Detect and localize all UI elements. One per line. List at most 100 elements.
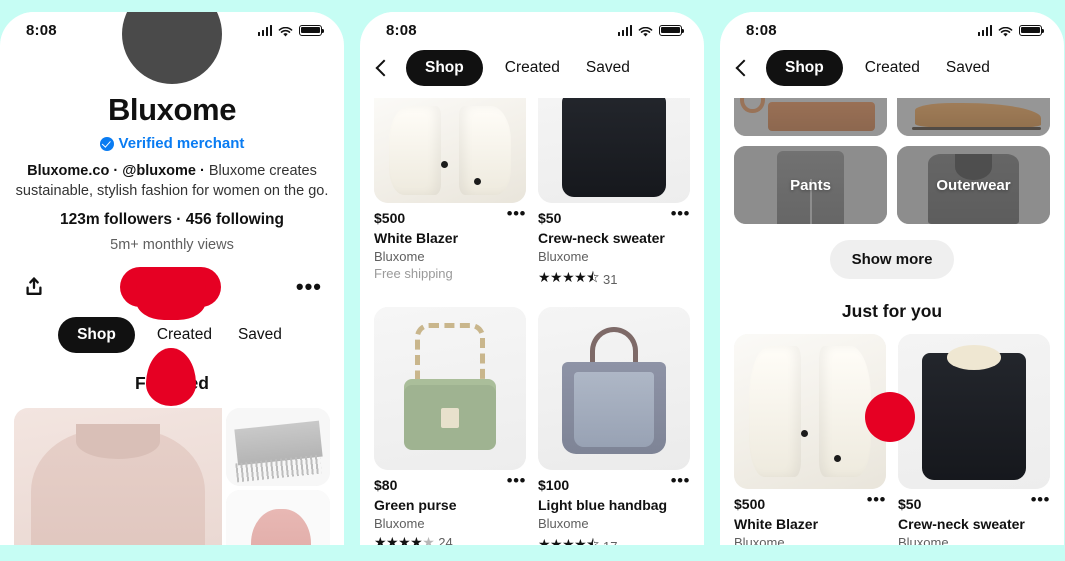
product-brand: Bluxome xyxy=(898,535,949,545)
check-icon xyxy=(99,136,114,151)
category-tile-pants[interactable]: Pants xyxy=(734,146,887,224)
product-card[interactable]: $500 ••• White Blazer Bluxome Free shipp… xyxy=(374,98,526,291)
status-icons xyxy=(617,24,685,36)
product-price: $50 xyxy=(898,496,922,512)
wifi-icon xyxy=(278,25,293,36)
product-price: $500 xyxy=(374,210,406,226)
star-rating-icon: ★★★★⯪ xyxy=(538,269,599,285)
product-card[interactable]: $500 ••• White Blazer Bluxome xyxy=(734,334,886,545)
product-price: $100 xyxy=(538,477,570,493)
category-tile-outerwear[interactable]: Outerwear xyxy=(897,146,1050,224)
share-icon[interactable] xyxy=(22,275,46,299)
tab-saved[interactable]: Saved xyxy=(234,317,286,353)
category-label: Pants xyxy=(790,176,831,194)
category-label xyxy=(734,98,887,136)
product-image xyxy=(538,98,690,203)
product-card[interactable]: $50 ••• Crew-neck sweater Bluxome ★★★★⯪ … xyxy=(538,98,690,291)
grey-scarf-image xyxy=(226,408,330,486)
product-ellipsis-icon[interactable]: ••• xyxy=(1031,491,1050,508)
back-arrow-icon[interactable] xyxy=(735,59,753,77)
product-ellipsis-icon[interactable]: ••• xyxy=(671,472,690,489)
featured-side-column xyxy=(226,408,330,545)
pink-accessory-image xyxy=(226,490,330,545)
product-price: $500 xyxy=(734,496,766,512)
product-brand: Bluxome xyxy=(538,516,589,531)
tab-shop[interactable]: Shop xyxy=(406,50,483,86)
product-rating: ★★★★⯪ 17 xyxy=(538,534,690,545)
tab-saved[interactable]: Saved xyxy=(942,50,994,86)
ellipsis-icon[interactable]: ••• xyxy=(296,276,322,298)
featured-item-pink-accessory[interactable] xyxy=(226,490,330,545)
battery-icon xyxy=(299,24,325,36)
phone-panel-shop-products: 8:08 Shop Created Saved $500 ••• White B… xyxy=(360,12,704,545)
product-image xyxy=(898,334,1050,489)
product-shipping: Free shipping xyxy=(374,266,453,281)
show-more-button[interactable]: Show more xyxy=(829,240,955,279)
nav-header: Shop Created Saved xyxy=(720,42,1064,96)
signal-bars-icon xyxy=(257,24,272,36)
wifi-icon xyxy=(638,25,653,36)
profile-header: Bluxome Verified merchant Bluxome.co · @… xyxy=(0,12,344,253)
nav-header: Shop Created Saved xyxy=(360,42,704,96)
screenshot-stage: 8:08 Bluxome Verified merchant Bluxome.c… xyxy=(0,0,1065,561)
tab-shop[interactable]: Shop xyxy=(58,317,135,353)
tab-created[interactable]: Created xyxy=(501,50,564,86)
product-title: White Blazer xyxy=(734,516,819,532)
product-title: White Blazer xyxy=(374,230,459,246)
phone-panel-shop-categories: 8:08 Shop Created Saved Pants Outerwear … xyxy=(720,12,1064,545)
avatar xyxy=(122,12,222,84)
verified-merchant-badge: Verified merchant xyxy=(14,135,330,152)
status-bar: 8:08 xyxy=(360,12,704,42)
profile-stats: 123m followers · 456 following xyxy=(60,211,284,228)
shop-tabs: Shop Created Saved xyxy=(766,50,994,86)
featured-grid xyxy=(14,408,330,545)
featured-item-grey-scarf[interactable] xyxy=(226,408,330,486)
category-grid-partial xyxy=(720,98,1064,136)
category-label: Outerwear xyxy=(936,176,1011,194)
status-bar: 8:08 xyxy=(720,12,1064,42)
product-image xyxy=(734,334,886,489)
tab-created[interactable]: Created xyxy=(153,317,216,353)
product-ellipsis-icon[interactable]: ••• xyxy=(867,491,886,508)
product-rating: ★★★★⯪ 31 xyxy=(538,267,690,291)
back-arrow-icon[interactable] xyxy=(375,59,393,77)
product-title: Light blue handbag xyxy=(538,497,668,513)
category-tile-wallet[interactable] xyxy=(734,98,887,136)
featured-item-pink-sweater[interactable] xyxy=(14,408,222,545)
signal-bars-icon xyxy=(977,24,992,36)
product-image xyxy=(538,307,690,470)
product-card[interactable]: $100 ••• Light blue handbag Bluxome ★★★★… xyxy=(538,307,690,545)
cursor-follow-button xyxy=(136,272,206,320)
rating-count: 17 xyxy=(603,539,617,546)
rating-count: 24 xyxy=(438,535,453,545)
shop-tabs: Shop Created Saved xyxy=(406,50,634,86)
status-icons xyxy=(257,24,325,36)
product-brand: Bluxome xyxy=(374,249,425,264)
product-brand: Bluxome xyxy=(734,535,785,545)
product-ellipsis-icon[interactable]: ••• xyxy=(507,472,526,489)
category-grid: Pants Outerwear xyxy=(720,146,1064,224)
tab-shop[interactable]: Shop xyxy=(766,50,843,86)
star-rating-icon: ★★★★⯪ xyxy=(538,536,599,545)
wifi-icon xyxy=(998,25,1013,36)
product-card[interactable]: $80 ••• Green purse Bluxome ★★★★★ 24 xyxy=(374,307,526,545)
product-ellipsis-icon[interactable]: ••• xyxy=(507,205,526,222)
product-grid-bottom: $80 ••• Green purse Bluxome ★★★★★ 24 $10… xyxy=(360,307,704,545)
product-title: Crew-neck sweater xyxy=(538,230,665,246)
profile-bio: Bluxome.co · @bluxome · Bluxome creates … xyxy=(15,163,329,199)
product-ellipsis-icon[interactable]: ••• xyxy=(671,205,690,222)
pink-sweater-image xyxy=(14,408,222,545)
battery-icon xyxy=(1019,24,1045,36)
cursor-product-grid xyxy=(865,392,915,442)
bio-link[interactable]: Bluxome.co xyxy=(27,163,109,179)
rating-count: 31 xyxy=(602,271,618,287)
category-label xyxy=(897,98,1050,136)
category-tile-shoe[interactable] xyxy=(897,98,1050,136)
status-time: 8:08 xyxy=(26,21,57,39)
product-card[interactable]: $50 ••• Crew-neck sweater Bluxome xyxy=(898,334,1050,545)
tab-saved[interactable]: Saved xyxy=(582,50,634,86)
product-title: Green purse xyxy=(374,497,457,513)
tab-created[interactable]: Created xyxy=(861,50,924,86)
product-price: $80 xyxy=(374,477,398,493)
status-time: 8:08 xyxy=(386,21,417,39)
